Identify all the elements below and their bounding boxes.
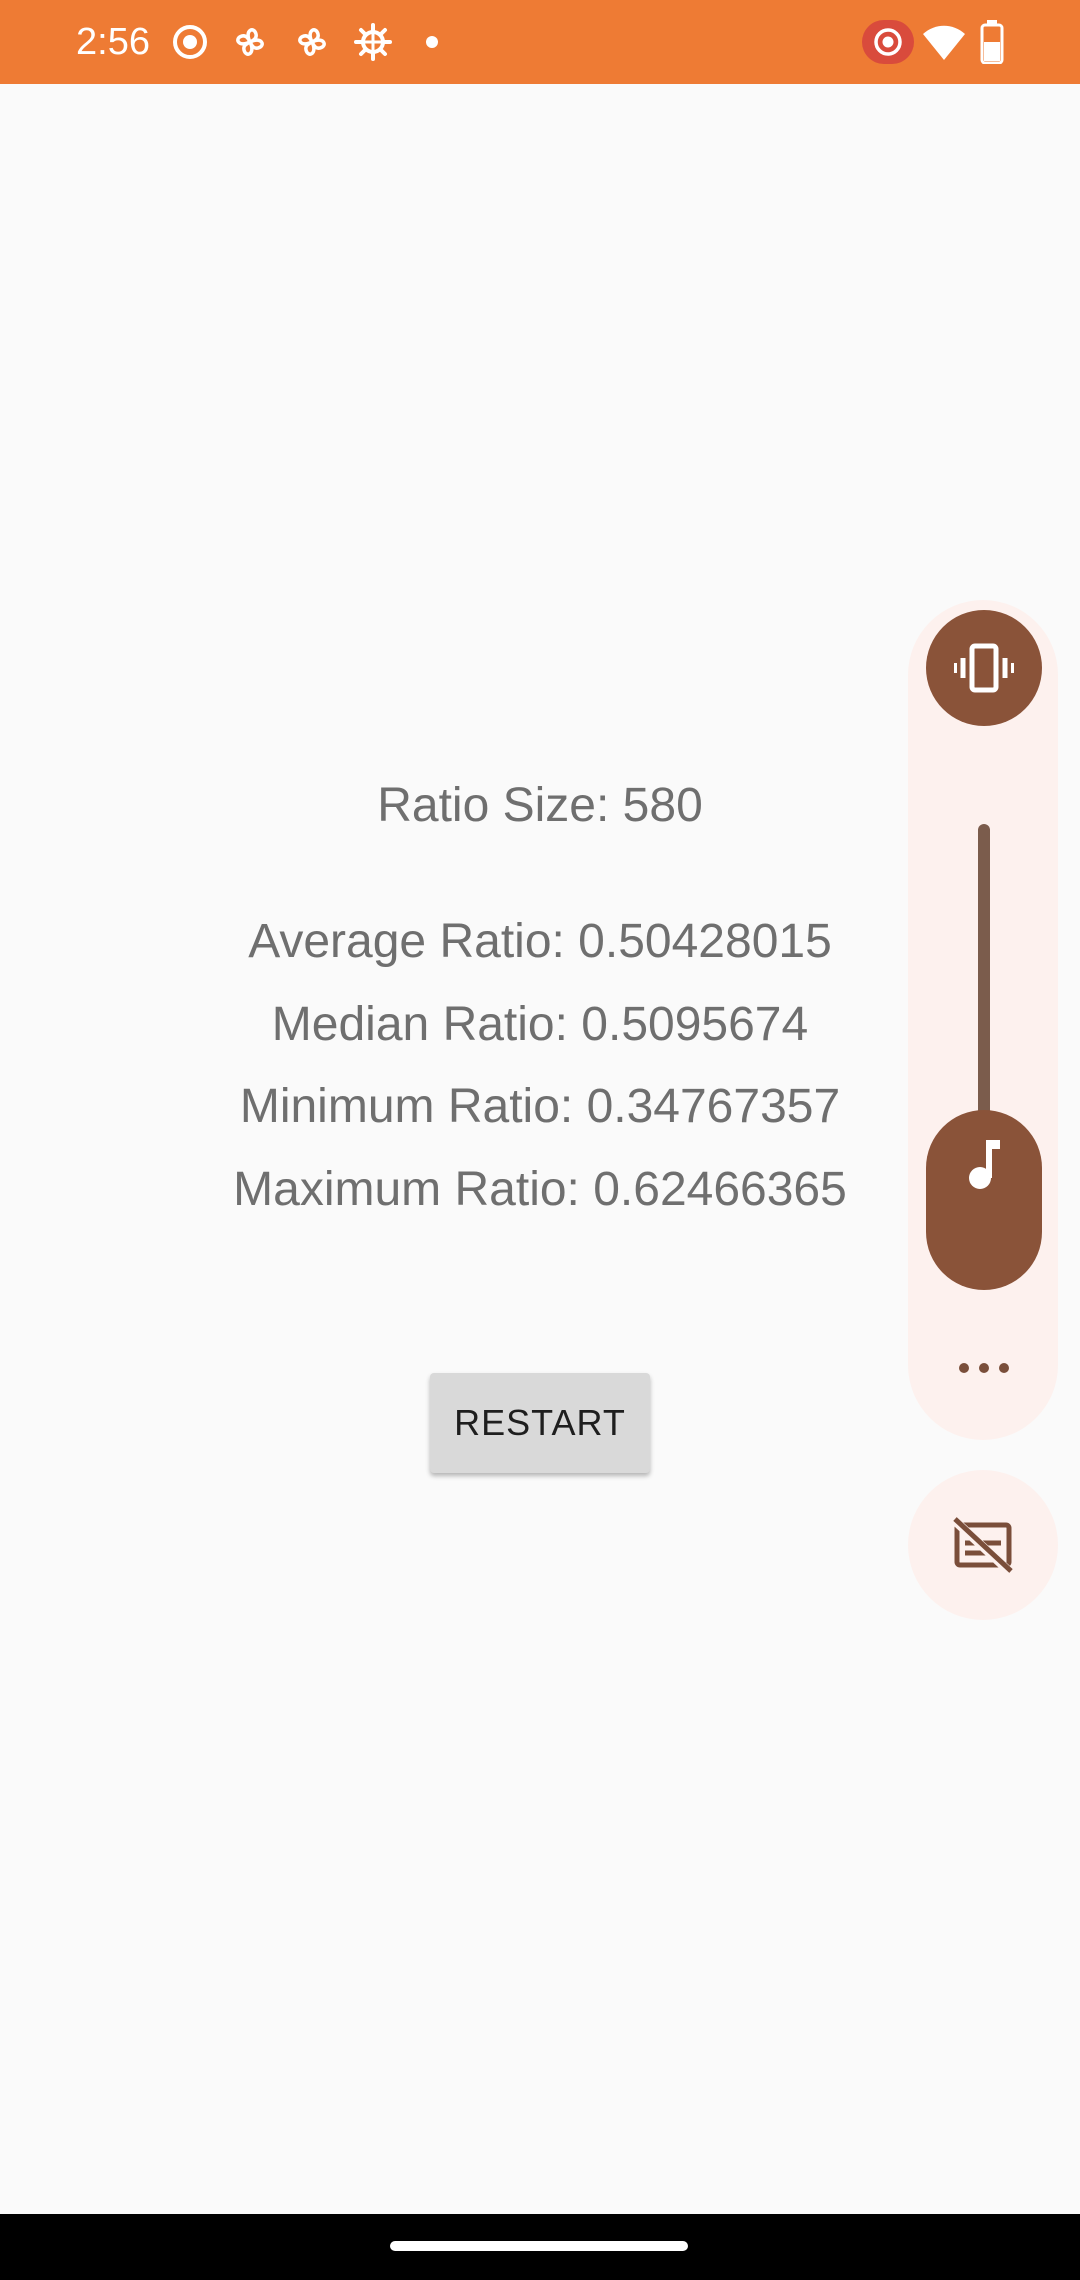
volume-slider-thumb[interactable]	[926, 1110, 1042, 1290]
screen-record-icon	[862, 20, 914, 64]
status-time: 2:56	[76, 21, 150, 63]
ringer-mode-button[interactable]	[926, 610, 1042, 726]
battery-icon	[980, 20, 1004, 64]
wifi-icon	[922, 22, 966, 62]
fan-icon	[230, 22, 270, 62]
volume-slider-track[interactable]	[978, 824, 990, 1124]
screen: 2:56 Ratio Size: 580 Average Ratio: 0.50…	[0, 0, 1080, 2280]
fan-icon	[292, 22, 332, 62]
restart-button[interactable]: RESTART	[430, 1373, 650, 1473]
music-note-icon	[969, 1140, 1000, 1189]
status-bar: 2:56	[0, 0, 1080, 84]
more-options-button[interactable]	[950, 1340, 1018, 1396]
record-icon	[170, 22, 210, 62]
vibrate-icon	[954, 643, 1014, 693]
home-gesture-handle[interactable]	[390, 2241, 688, 2251]
live-caption-button[interactable]	[908, 1470, 1058, 1620]
dot-icon	[424, 34, 440, 50]
more-horiz-icon	[959, 1363, 1009, 1373]
captions-off-icon	[951, 1515, 1015, 1577]
gear-icon	[353, 22, 393, 62]
